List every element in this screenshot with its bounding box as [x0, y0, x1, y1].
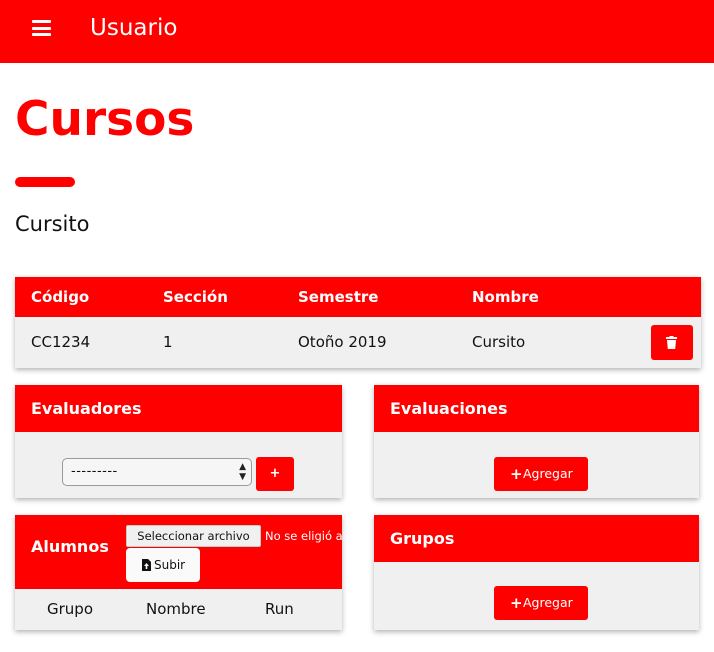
evaluaciones-title: Evaluaciones — [390, 399, 508, 418]
upload-label: Subir — [154, 558, 186, 572]
cell-seccion: 1 — [163, 333, 173, 351]
table-row: CC1234 1 Otoño 2019 Cursito — [15, 317, 701, 368]
column-header-nombre: Nombre — [146, 600, 206, 618]
trash-icon — [666, 336, 677, 349]
evaluadores-card: Evaluadores --------- ▲ ▼ + — [15, 385, 342, 498]
column-header-codigo: Código — [31, 288, 90, 306]
delete-course-button[interactable] — [651, 325, 693, 360]
evaluaciones-card: Evaluaciones + Agregar — [374, 385, 699, 498]
alumnos-table-header: Grupo Nombre Run — [15, 589, 342, 630]
file-upload-icon — [142, 559, 151, 571]
alumnos-card: Alumnos Seleccionar archivo No se eligió… — [15, 515, 342, 630]
grupos-card-header: Grupos — [374, 515, 699, 562]
plus-icon: + — [510, 465, 523, 483]
evaluador-select[interactable]: --------- ▲ ▼ — [62, 458, 252, 486]
cell-semestre: Otoño 2019 — [298, 333, 387, 351]
title-underline — [15, 177, 75, 187]
user-brand-label[interactable]: Usuario — [90, 13, 177, 43]
add-grupo-button[interactable]: + Agregar — [494, 586, 588, 620]
course-name: Cursito — [15, 212, 90, 236]
hamburger-menu-icon[interactable] — [32, 20, 51, 36]
upload-button[interactable]: Subir — [126, 548, 200, 582]
column-header-semestre: Semestre — [298, 288, 379, 306]
file-status-text: No se eligió archivo — [265, 529, 342, 543]
cell-codigo: CC1234 — [31, 333, 91, 351]
evaluadores-card-header: Evaluadores — [15, 385, 342, 432]
add-evaluador-button[interactable]: + — [256, 457, 294, 491]
evaluador-select-value: --------- — [71, 464, 118, 479]
cell-nombre: Cursito — [472, 333, 526, 351]
select-file-button[interactable]: Seleccionar archivo — [126, 525, 261, 547]
add-evaluacion-label: Agregar — [523, 466, 573, 481]
course-table: Código Sección Semestre Nombre CC1234 1 … — [15, 277, 701, 368]
alumnos-card-header: Alumnos Seleccionar archivo No se eligió… — [15, 515, 342, 589]
grupos-card: Grupos + Agregar — [374, 515, 699, 630]
column-header-seccion: Sección — [163, 288, 228, 306]
grupos-title: Grupos — [390, 529, 455, 548]
column-header-grupo: Grupo — [47, 600, 93, 618]
select-arrows-icon: ▲ ▼ — [239, 462, 246, 482]
add-evaluacion-button[interactable]: + Agregar — [494, 457, 588, 491]
course-table-header: Código Sección Semestre Nombre — [15, 277, 701, 317]
alumnos-title: Alumnos — [31, 537, 109, 556]
add-grupo-label: Agregar — [523, 595, 573, 610]
top-navbar: Usuario — [0, 0, 714, 63]
column-header-nombre: Nombre — [472, 288, 539, 306]
evaluaciones-card-header: Evaluaciones — [374, 385, 699, 432]
file-input[interactable]: Seleccionar archivo No se eligió archivo — [126, 525, 342, 547]
column-header-run: Run — [265, 600, 294, 618]
plus-icon: + — [510, 594, 523, 612]
evaluadores-title: Evaluadores — [31, 399, 142, 418]
page-title: Cursos — [15, 92, 195, 147]
